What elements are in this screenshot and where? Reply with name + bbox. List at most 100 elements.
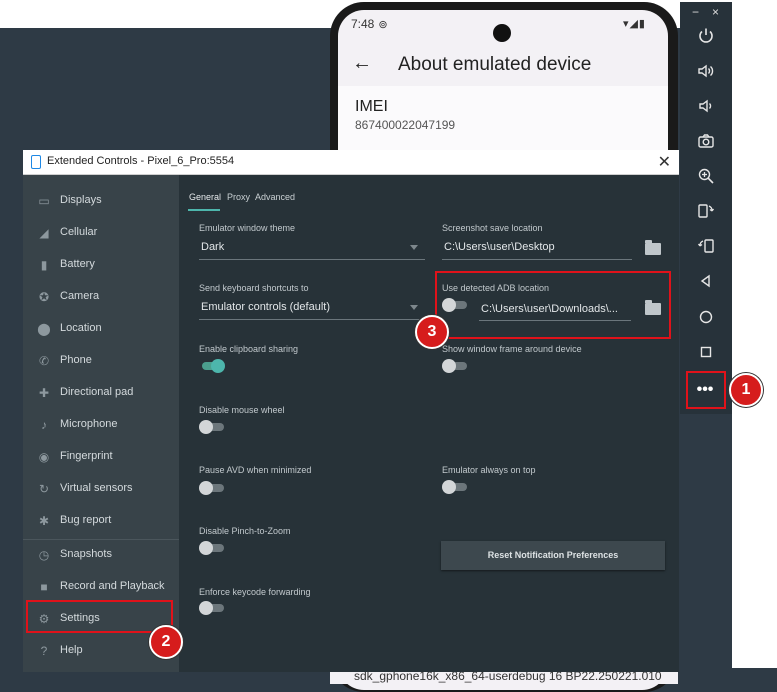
window-close-button[interactable]: ✕ — [658, 152, 671, 172]
record-icon: ■ — [40, 580, 48, 594]
always-on-top-toggle[interactable] — [442, 480, 468, 494]
desktop-right — [732, 0, 777, 684]
minimize-button[interactable]: − — [692, 5, 699, 19]
sidebar-item-label: Bug report — [60, 514, 112, 526]
sidebar-item-label: Record and Playback — [60, 580, 165, 592]
close-button[interactable]: × — [712, 5, 719, 19]
shortcuts-select[interactable]: Emulator controls (default) — [201, 301, 330, 313]
window-frame-label: Show window frame around device — [442, 344, 582, 354]
sidebar-item-phone[interactable]: ✆ Phone — [23, 345, 179, 377]
sidebar-item-record-playback[interactable]: ■ Record and Playback — [23, 571, 179, 603]
signal-icon: ◢ — [39, 226, 49, 240]
app-icon — [31, 155, 41, 169]
dpad-icon: ✚ — [38, 386, 50, 400]
sidebar-item-label: Virtual sensors — [60, 482, 133, 494]
power-icon[interactable] — [695, 27, 717, 49]
theme-select-underline — [199, 259, 425, 260]
sensors-icon: ↻ — [38, 482, 50, 496]
chevron-down-icon[interactable] — [410, 305, 418, 310]
camera-icon: ✪ — [38, 290, 50, 304]
always-on-top-label: Emulator always on top — [442, 465, 536, 475]
microphone-icon: ♪ — [41, 418, 47, 432]
screenshot-location-label: Screenshot save location — [442, 223, 543, 233]
tab-advanced[interactable]: Advanced — [255, 192, 295, 202]
sidebar-item-cellular[interactable]: ◢ Cellular — [23, 217, 179, 249]
imei-value: 867400022047199 — [355, 118, 456, 132]
home-icon[interactable] — [695, 308, 717, 330]
mouse-wheel-toggle[interactable] — [199, 420, 225, 434]
imei-label: IMEI — [355, 98, 388, 115]
sidebar-item-virtual-sensors[interactable]: ↻ Virtual sensors — [23, 473, 179, 505]
sidebar-item-location[interactable]: ⬤ Location — [23, 313, 179, 345]
shortcuts-select-underline — [199, 319, 425, 320]
theme-label: Emulator window theme — [199, 223, 296, 233]
sidebar-item-battery[interactable]: ▮ Battery — [23, 249, 179, 281]
status-time-text: 7:48 — [351, 17, 375, 31]
pause-avd-label: Pause AVD when minimized — [199, 465, 312, 475]
keycode-label: Enforce keycode forwarding — [199, 587, 311, 597]
clipboard-toggle[interactable] — [199, 359, 225, 373]
sync-icon: ⊚ — [378, 19, 388, 31]
zoom-icon[interactable] — [695, 167, 717, 189]
back-arrow-icon[interactable]: ← — [352, 52, 372, 75]
sidebar-item-directional-pad[interactable]: ✚ Directional pad — [23, 377, 179, 409]
sidebar-item-label: Cellular — [60, 226, 98, 238]
keycode-toggle[interactable] — [199, 601, 225, 615]
rotate-right-icon[interactable] — [695, 237, 717, 259]
status-time: 7:48 ⊚ — [351, 17, 388, 31]
step-badge-3: 3 — [415, 315, 449, 349]
sidebar-item-label: Displays — [60, 194, 102, 206]
emulator-toolbar: − × ••• — [680, 2, 732, 414]
sidebar-item-camera[interactable]: ✪ Camera — [23, 281, 179, 313]
back-icon[interactable] — [695, 272, 717, 294]
sidebar-item-snapshots[interactable]: ◷ Snapshots — [23, 539, 179, 571]
pinch-zoom-toggle[interactable] — [199, 541, 225, 555]
sidebar-item-displays[interactable]: ▭ Displays — [23, 185, 179, 217]
sidebar-item-microphone[interactable]: ♪ Microphone — [23, 409, 179, 441]
tab-general[interactable]: General — [189, 192, 221, 202]
pinch-zoom-label: Disable Pinch-to-Zoom — [199, 526, 291, 536]
rotate-left-icon[interactable] — [695, 202, 717, 224]
toggle-knob — [199, 541, 213, 555]
display-icon: ▭ — [38, 194, 50, 208]
toggle-knob — [442, 359, 456, 373]
help-icon: ? — [40, 644, 48, 658]
camera-icon[interactable] — [695, 132, 717, 154]
snapshot-icon: ◷ — [38, 548, 50, 562]
clipboard-label: Enable clipboard sharing — [199, 344, 299, 354]
step-badge-1: 1 — [729, 373, 763, 407]
folder-icon[interactable] — [645, 240, 661, 255]
reset-notification-preferences-button[interactable]: Reset Notification Preferences — [441, 541, 665, 570]
camera-cutout — [493, 24, 511, 42]
screenshot-location-field[interactable]: C:\Users\user\Desktop — [444, 241, 555, 253]
sidebar-item-bug-report[interactable]: ✱ Bug report — [23, 505, 179, 537]
location-pin-icon: ⬤ — [37, 322, 51, 336]
overview-icon[interactable] — [695, 343, 717, 365]
tab-underline — [188, 209, 220, 211]
sidebar: ▭ Displays ◢ Cellular ▮ Battery ✪ Camera ⬤ Lo… — [23, 175, 179, 672]
highlight-settings-item — [26, 600, 173, 633]
sidebar-item-label: Help — [60, 644, 83, 656]
highlight-more-button — [686, 371, 726, 409]
sidebar-item-fingerprint[interactable]: ◉ Fingerprint — [23, 441, 179, 473]
sidebar-item-label: Camera — [60, 290, 100, 302]
bug-icon: ✱ — [38, 514, 50, 528]
volume-up-icon[interactable] — [695, 62, 717, 84]
toggle-knob — [199, 601, 213, 615]
theme-select[interactable]: Dark — [201, 241, 224, 253]
shortcuts-label: Send keyboard shortcuts to — [199, 283, 309, 293]
toggle-knob — [199, 481, 213, 495]
window-frame-toggle[interactable] — [442, 359, 468, 373]
window-title: Extended Controls - Pixel_6_Pro:5554 — [47, 155, 235, 167]
pause-avd-toggle[interactable] — [199, 481, 225, 495]
sidebar-item-label: Microphone — [60, 418, 118, 430]
settings-panel: General Proxy Advanced Emulator window t… — [179, 175, 679, 672]
chevron-down-icon[interactable] — [410, 245, 418, 250]
toggle-knob — [211, 359, 225, 373]
volume-down-icon[interactable] — [695, 97, 717, 119]
tab-proxy[interactable]: Proxy — [227, 192, 250, 202]
toggle-knob — [199, 420, 213, 434]
sidebar-item-label: Phone — [60, 354, 92, 366]
highlight-adb-location — [435, 271, 671, 339]
status-icons: ▾◢▮ — [622, 18, 646, 30]
